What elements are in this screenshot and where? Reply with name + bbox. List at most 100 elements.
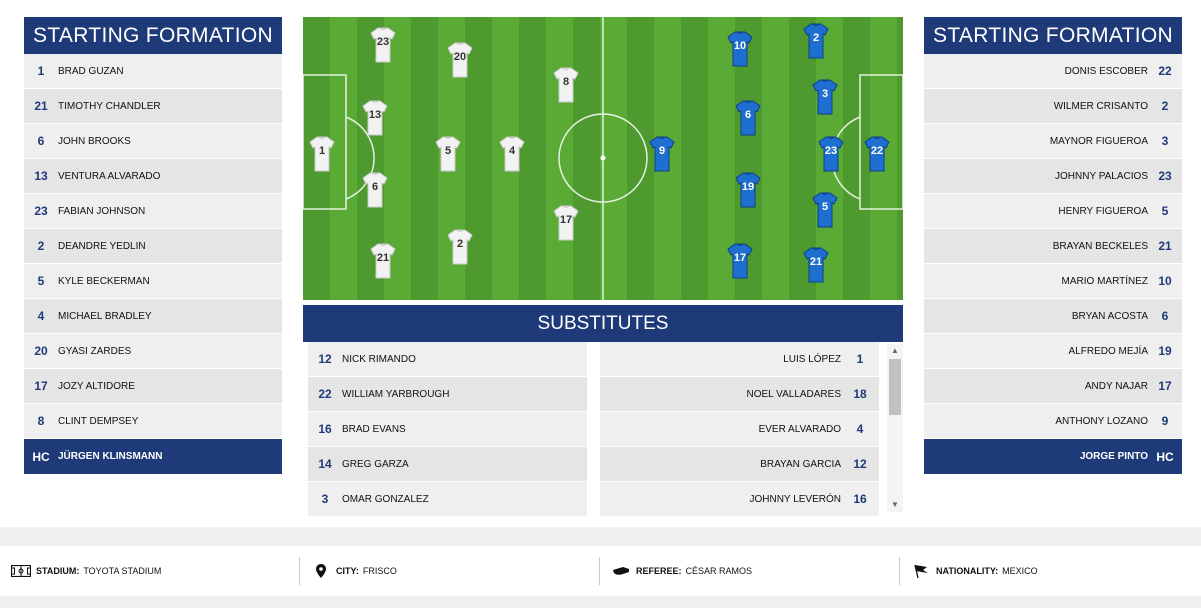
scroll-thumb[interactable] bbox=[889, 359, 901, 415]
away-player-row[interactable]: BRYAN ACOSTA 6 bbox=[924, 299, 1182, 334]
player-name: JOHN BROOKS bbox=[58, 135, 131, 147]
away-sub-row[interactable]: LUIS LÓPEZ 1 bbox=[600, 342, 879, 377]
away-player-row[interactable]: ANDY NAJAR 17 bbox=[924, 369, 1182, 404]
scroll-down-arrow-icon[interactable]: ▼ bbox=[887, 498, 903, 512]
home-player-row[interactable]: 21 TIMOTHY CHANDLER bbox=[24, 89, 282, 124]
player-number: 23 bbox=[1158, 169, 1172, 183]
substitutes-header: SUBSTITUTES bbox=[303, 305, 903, 342]
sub-number: 16 bbox=[853, 492, 867, 506]
player-name: TIMOTHY CHANDLER bbox=[58, 100, 161, 112]
nationality-label: NATIONALITY: bbox=[936, 566, 999, 576]
home-player-row[interactable]: 20 GYASI ZARDES bbox=[24, 334, 282, 369]
away-player-marker[interactable]: 10 bbox=[727, 31, 753, 67]
away-coach-row[interactable]: JORGE PINTO HC bbox=[924, 439, 1182, 474]
home-player-row[interactable]: 1 BRAD GUZAN bbox=[24, 54, 282, 89]
player-number: 23 bbox=[34, 204, 48, 218]
away-sub-row[interactable]: BRAYAN GARCIA 12 bbox=[600, 447, 879, 482]
home-player-marker[interactable]: 20 bbox=[447, 42, 473, 78]
home-player-marker[interactable]: 4 bbox=[499, 136, 525, 172]
away-player-row[interactable]: ALFREDO MEJÍA 19 bbox=[924, 334, 1182, 369]
home-sub-row[interactable]: 12 NICK RIMANDO bbox=[308, 342, 587, 377]
home-player-row[interactable]: 8 CLINT DEMPSEY bbox=[24, 404, 282, 439]
away-player-marker[interactable]: 9 bbox=[649, 136, 675, 172]
sub-name: BRAYAN GARCIA bbox=[760, 458, 841, 470]
sub-name: GREG GARZA bbox=[342, 458, 409, 470]
player-name: ALFREDO MEJÍA bbox=[1068, 345, 1148, 357]
home-player-marker[interactable]: 23 bbox=[370, 27, 396, 63]
sub-number: 12 bbox=[853, 457, 867, 471]
home-player-marker[interactable]: 5 bbox=[435, 136, 461, 172]
home-player-row[interactable]: 13 VENTURA ALVARADO bbox=[24, 159, 282, 194]
jersey-number: 10 bbox=[733, 40, 747, 52]
home-player-row[interactable]: 23 FABIAN JOHNSON bbox=[24, 194, 282, 229]
away-player-marker[interactable]: 6 bbox=[735, 100, 761, 136]
jersey-number: 9 bbox=[658, 145, 666, 157]
home-player-row[interactable]: 4 MICHAEL BRADLEY bbox=[24, 299, 282, 334]
sub-name: LUIS LÓPEZ bbox=[783, 353, 841, 365]
jersey-number: 13 bbox=[368, 109, 382, 121]
away-sub-row[interactable]: EVER ALVARADO 4 bbox=[600, 412, 879, 447]
away-player-row[interactable]: BRAYAN BECKELES 21 bbox=[924, 229, 1182, 264]
city-value: FRISCO bbox=[362, 566, 397, 576]
player-number: 4 bbox=[37, 309, 45, 323]
jersey-number: 2 bbox=[812, 32, 820, 44]
coach-label: HC bbox=[32, 449, 50, 464]
sub-name: NICK RIMANDO bbox=[342, 353, 416, 365]
substitutes-scrollbar[interactable]: ▲ ▼ bbox=[887, 344, 903, 512]
player-number: 2 bbox=[1161, 99, 1169, 113]
home-sub-row[interactable]: 22 WILLIAM YARBROUGH bbox=[308, 377, 587, 412]
home-player-marker[interactable]: 8 bbox=[553, 67, 579, 103]
home-player-marker[interactable]: 17 bbox=[553, 205, 579, 241]
away-player-row[interactable]: MAYNOR FIGUEROA 3 bbox=[924, 124, 1182, 159]
match-info-bar: STADIUM: TOYOTA STADIUM CITY: FRISCO REF… bbox=[0, 546, 1201, 596]
away-player-row[interactable]: HENRY FIGUEROA 5 bbox=[924, 194, 1182, 229]
home-lineup: STARTING FORMATION 1 BRAD GUZAN 21 TIMOTHY… bbox=[24, 17, 282, 474]
away-player-marker[interactable]: 3 bbox=[812, 79, 838, 115]
away-player-marker[interactable]: 22 bbox=[864, 136, 890, 172]
away-player-marker[interactable]: 17 bbox=[727, 243, 753, 279]
home-player-row[interactable]: 5 KYLE BECKERMAN bbox=[24, 264, 282, 299]
home-player-marker[interactable]: 1 bbox=[309, 136, 335, 172]
away-player-row[interactable]: DONIS ESCOBER 22 bbox=[924, 54, 1182, 89]
away-player-row[interactable]: WILMER CRISANTO 2 bbox=[924, 89, 1182, 124]
player-name: GYASI ZARDES bbox=[58, 345, 132, 357]
jersey-number: 23 bbox=[824, 145, 838, 157]
home-coach-row[interactable]: HC JÜRGEN KLINSMANN bbox=[24, 439, 282, 474]
home-player-marker[interactable]: 13 bbox=[362, 100, 388, 136]
away-sub-row[interactable]: NOEL VALLADARES 18 bbox=[600, 377, 879, 412]
away-player-marker[interactable]: 5 bbox=[812, 192, 838, 228]
away-player-row[interactable]: ANTHONY LOZANO 9 bbox=[924, 404, 1182, 439]
away-player-row[interactable]: JOHNNY PALACIOS 23 bbox=[924, 159, 1182, 194]
coach-label: HC bbox=[1156, 449, 1174, 464]
home-player-marker[interactable]: 21 bbox=[370, 243, 396, 279]
player-name: MARIO MARTÍNEZ bbox=[1061, 275, 1148, 287]
jersey-number: 21 bbox=[809, 256, 823, 268]
away-player-marker[interactable]: 19 bbox=[735, 172, 761, 208]
player-name: JOZY ALTIDORE bbox=[58, 380, 135, 392]
player-number: 13 bbox=[34, 169, 48, 183]
scroll-up-arrow-icon[interactable]: ▲ bbox=[887, 344, 903, 358]
home-sub-row[interactable]: 16 BRAD EVANS bbox=[308, 412, 587, 447]
home-player-row[interactable]: 6 JOHN BROOKS bbox=[24, 124, 282, 159]
away-player-marker[interactable]: 21 bbox=[803, 247, 829, 283]
away-sub-row[interactable]: JOHNNY LEVERÓN 16 bbox=[600, 482, 879, 517]
player-name: WILMER CRISANTO bbox=[1053, 100, 1148, 112]
home-player-row[interactable]: 2 DEANDRE YEDLIN bbox=[24, 229, 282, 264]
away-player-marker[interactable]: 23 bbox=[818, 136, 844, 172]
sub-name: OMAR GONZALEZ bbox=[342, 493, 429, 505]
whistle-icon bbox=[610, 564, 632, 578]
away-player-list: DONIS ESCOBER 22 WILMER CRISANTO 2 MAYNOR … bbox=[924, 54, 1182, 439]
home-player-marker[interactable]: 6 bbox=[362, 172, 388, 208]
home-sub-row[interactable]: 3 OMAR GONZALEZ bbox=[308, 482, 587, 517]
sub-name: BRAD EVANS bbox=[342, 423, 406, 435]
home-player-marker[interactable]: 2 bbox=[447, 229, 473, 265]
jersey-number: 5 bbox=[821, 201, 829, 213]
player-name: JOHNNY PALACIOS bbox=[1055, 170, 1148, 182]
player-number: 3 bbox=[1161, 134, 1169, 148]
away-player-row[interactable]: MARIO MARTÍNEZ 10 bbox=[924, 264, 1182, 299]
player-number: 20 bbox=[34, 344, 48, 358]
away-player-marker[interactable]: 2 bbox=[803, 23, 829, 59]
home-sub-row[interactable]: 14 GREG GARZA bbox=[308, 447, 587, 482]
sub-name: JOHNNY LEVERÓN bbox=[749, 493, 841, 505]
home-player-row[interactable]: 17 JOZY ALTIDORE bbox=[24, 369, 282, 404]
